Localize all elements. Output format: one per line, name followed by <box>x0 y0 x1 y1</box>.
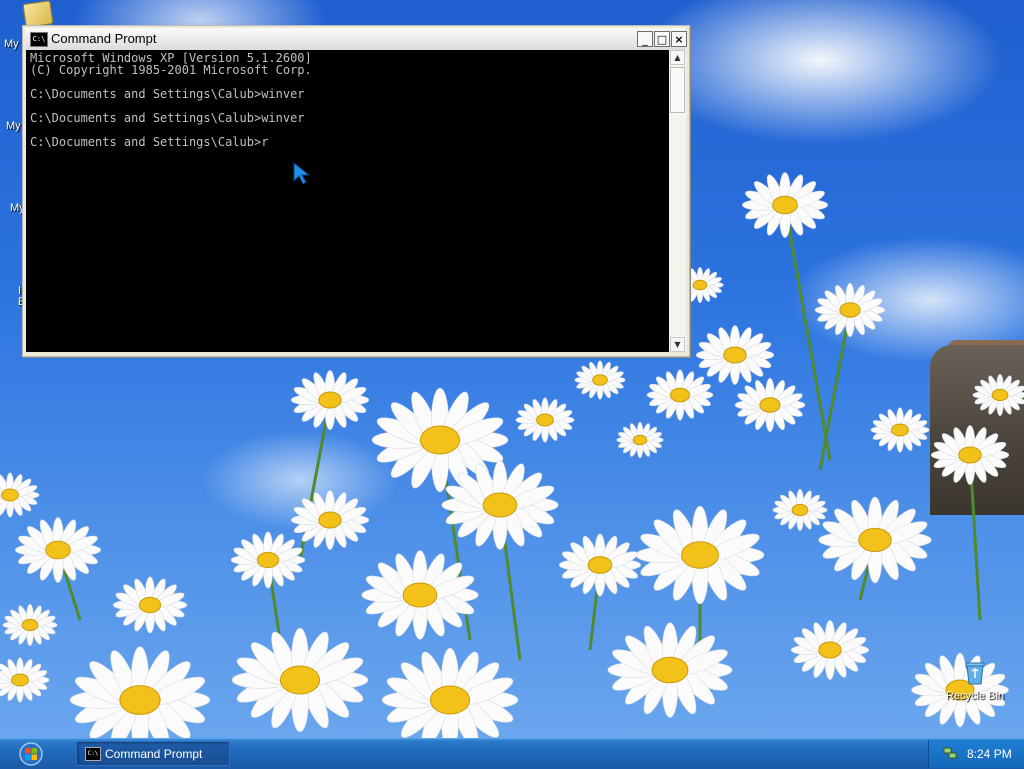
daisy-flower <box>742 172 828 238</box>
window-titlebar[interactable]: C:\ Command Prompt _ □ × <box>25 28 687 50</box>
daisy-flower <box>818 496 932 584</box>
daisy-flower <box>790 620 870 680</box>
daisy-flower <box>734 378 806 432</box>
daisy-flower <box>15 517 101 583</box>
daisy-flower <box>646 369 714 421</box>
daisy-flower <box>616 421 664 459</box>
console-output-area[interactable]: Microsoft Windows XP [Version 5.1.2600](… <box>26 50 669 352</box>
daisy-flower <box>814 283 886 337</box>
mouse-pointer-icon <box>293 162 311 185</box>
desktop-icon-folder[interactable] <box>22 0 54 28</box>
recycle-bin-label: Recycle Bin <box>945 690 1005 702</box>
daisy-flower <box>441 460 559 550</box>
desktop-icon-label[interactable]: My <box>4 38 19 50</box>
recycle-bin[interactable]: Recycle Bin <box>940 660 1010 702</box>
daisy-flower <box>574 360 626 400</box>
daisy-flower <box>290 370 370 430</box>
scrollbar-thumb[interactable] <box>670 67 685 113</box>
console-text: Microsoft Windows XP [Version 5.1.2600](… <box>26 50 669 148</box>
taskbar: C:\ Command Prompt 8:24 PM <box>0 738 1024 769</box>
taskbar-item-command-prompt[interactable]: C:\ Command Prompt <box>76 741 230 766</box>
daisy-flower <box>0 472 40 518</box>
cmd-icon: C:\ <box>85 747 101 761</box>
desktop-icon-label[interactable]: My <box>6 120 21 132</box>
recycle-bin-icon <box>965 662 985 685</box>
daisy-flower <box>231 627 369 733</box>
daisy-flower <box>515 397 575 443</box>
daisy-flower <box>361 550 479 640</box>
taskbar-item-label: Command Prompt <box>105 747 203 761</box>
system-tray: 8:24 PM <box>928 740 1024 768</box>
console-line: (C) Copyright 1985-2001 Microsoft Corp. <box>30 63 312 77</box>
console-input-line[interactable]: C:\Documents and Settings\Calub>r <box>30 136 669 148</box>
vertical-scrollbar[interactable]: ▲ ▼ <box>669 50 686 352</box>
daisy-flower <box>972 373 1024 417</box>
window-title: Command Prompt <box>51 31 157 46</box>
scroll-up-arrow-icon[interactable]: ▲ <box>670 50 685 65</box>
minimize-button[interactable]: _ <box>637 31 653 47</box>
flower-stem <box>818 309 852 471</box>
windows-start-icon[interactable] <box>12 741 50 767</box>
console-line: C:\Documents and Settings\Calub>winver <box>30 111 305 125</box>
network-icon[interactable] <box>943 746 957 760</box>
close-button[interactable]: × <box>671 31 687 47</box>
daisy-flower <box>772 488 828 532</box>
daisy-flower <box>695 325 775 385</box>
daisy-flower <box>290 490 370 550</box>
daisy-flower <box>870 407 930 453</box>
daisy-flower <box>930 425 1010 485</box>
daisy-flower <box>635 505 765 605</box>
daisy-flower <box>230 531 306 589</box>
console-line: C:\Documents and Settings\Calub>winver <box>30 87 305 101</box>
daisy-flower <box>381 647 519 738</box>
command-prompt-window[interactable]: C:\ Command Prompt _ □ × Microsoft Windo… <box>22 25 690 357</box>
cmd-icon: C:\ <box>30 32 48 47</box>
daisy-flower <box>112 576 188 634</box>
daisy-flower <box>0 657 50 703</box>
scroll-down-arrow-icon[interactable]: ▼ <box>670 337 685 352</box>
maximize-button[interactable]: □ <box>654 31 670 47</box>
clock[interactable]: 8:24 PM <box>967 747 1012 761</box>
daisy-flower <box>607 622 733 718</box>
daisy-flower <box>69 646 211 738</box>
daisy-flower <box>558 533 642 597</box>
daisy-flower <box>2 603 58 647</box>
